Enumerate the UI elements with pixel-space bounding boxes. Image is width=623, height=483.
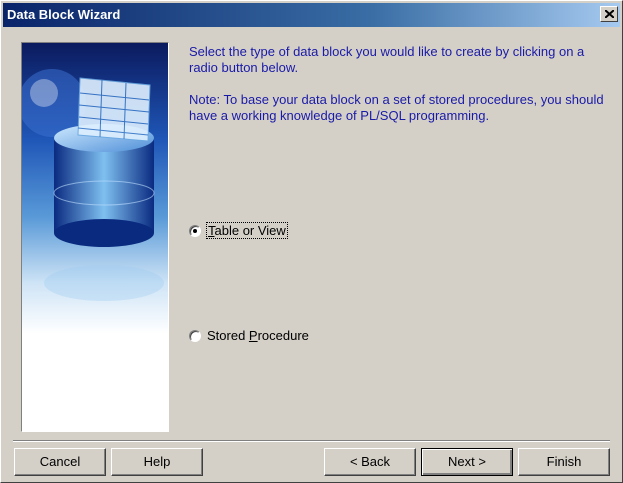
table-or-view-label: Table or View — [206, 222, 288, 239]
wizard-side-image — [21, 42, 169, 432]
back-button[interactable]: < Back — [324, 448, 416, 476]
data-block-wizard-dialog: Data Block Wizard Select the type of dat… — [0, 0, 623, 483]
window-title: Data Block Wizard — [7, 7, 121, 22]
stored-procedure-radio[interactable]: Stored Procedure — [189, 328, 309, 343]
title-bar[interactable]: Data Block Wizard — [3, 3, 620, 27]
table-or-view-radio[interactable]: Table or View — [189, 222, 288, 239]
finish-button[interactable]: Finish — [518, 448, 610, 476]
wizard-note: Note: To base your data block on a set o… — [189, 92, 604, 123]
stored-procedure-label: Stored Procedure — [207, 328, 309, 343]
next-button[interactable]: Next > — [421, 448, 513, 476]
button-separator — [13, 440, 610, 442]
cancel-button[interactable]: Cancel — [14, 448, 106, 476]
wizard-description: Select the type of data block you would … — [189, 44, 585, 75]
close-icon — [605, 10, 614, 18]
close-button[interactable] — [600, 6, 618, 22]
radio-selected-icon — [189, 224, 201, 237]
radio-unselected-icon — [189, 329, 201, 342]
database-illustration-icon — [22, 43, 168, 431]
help-button[interactable]: Help — [111, 448, 203, 476]
